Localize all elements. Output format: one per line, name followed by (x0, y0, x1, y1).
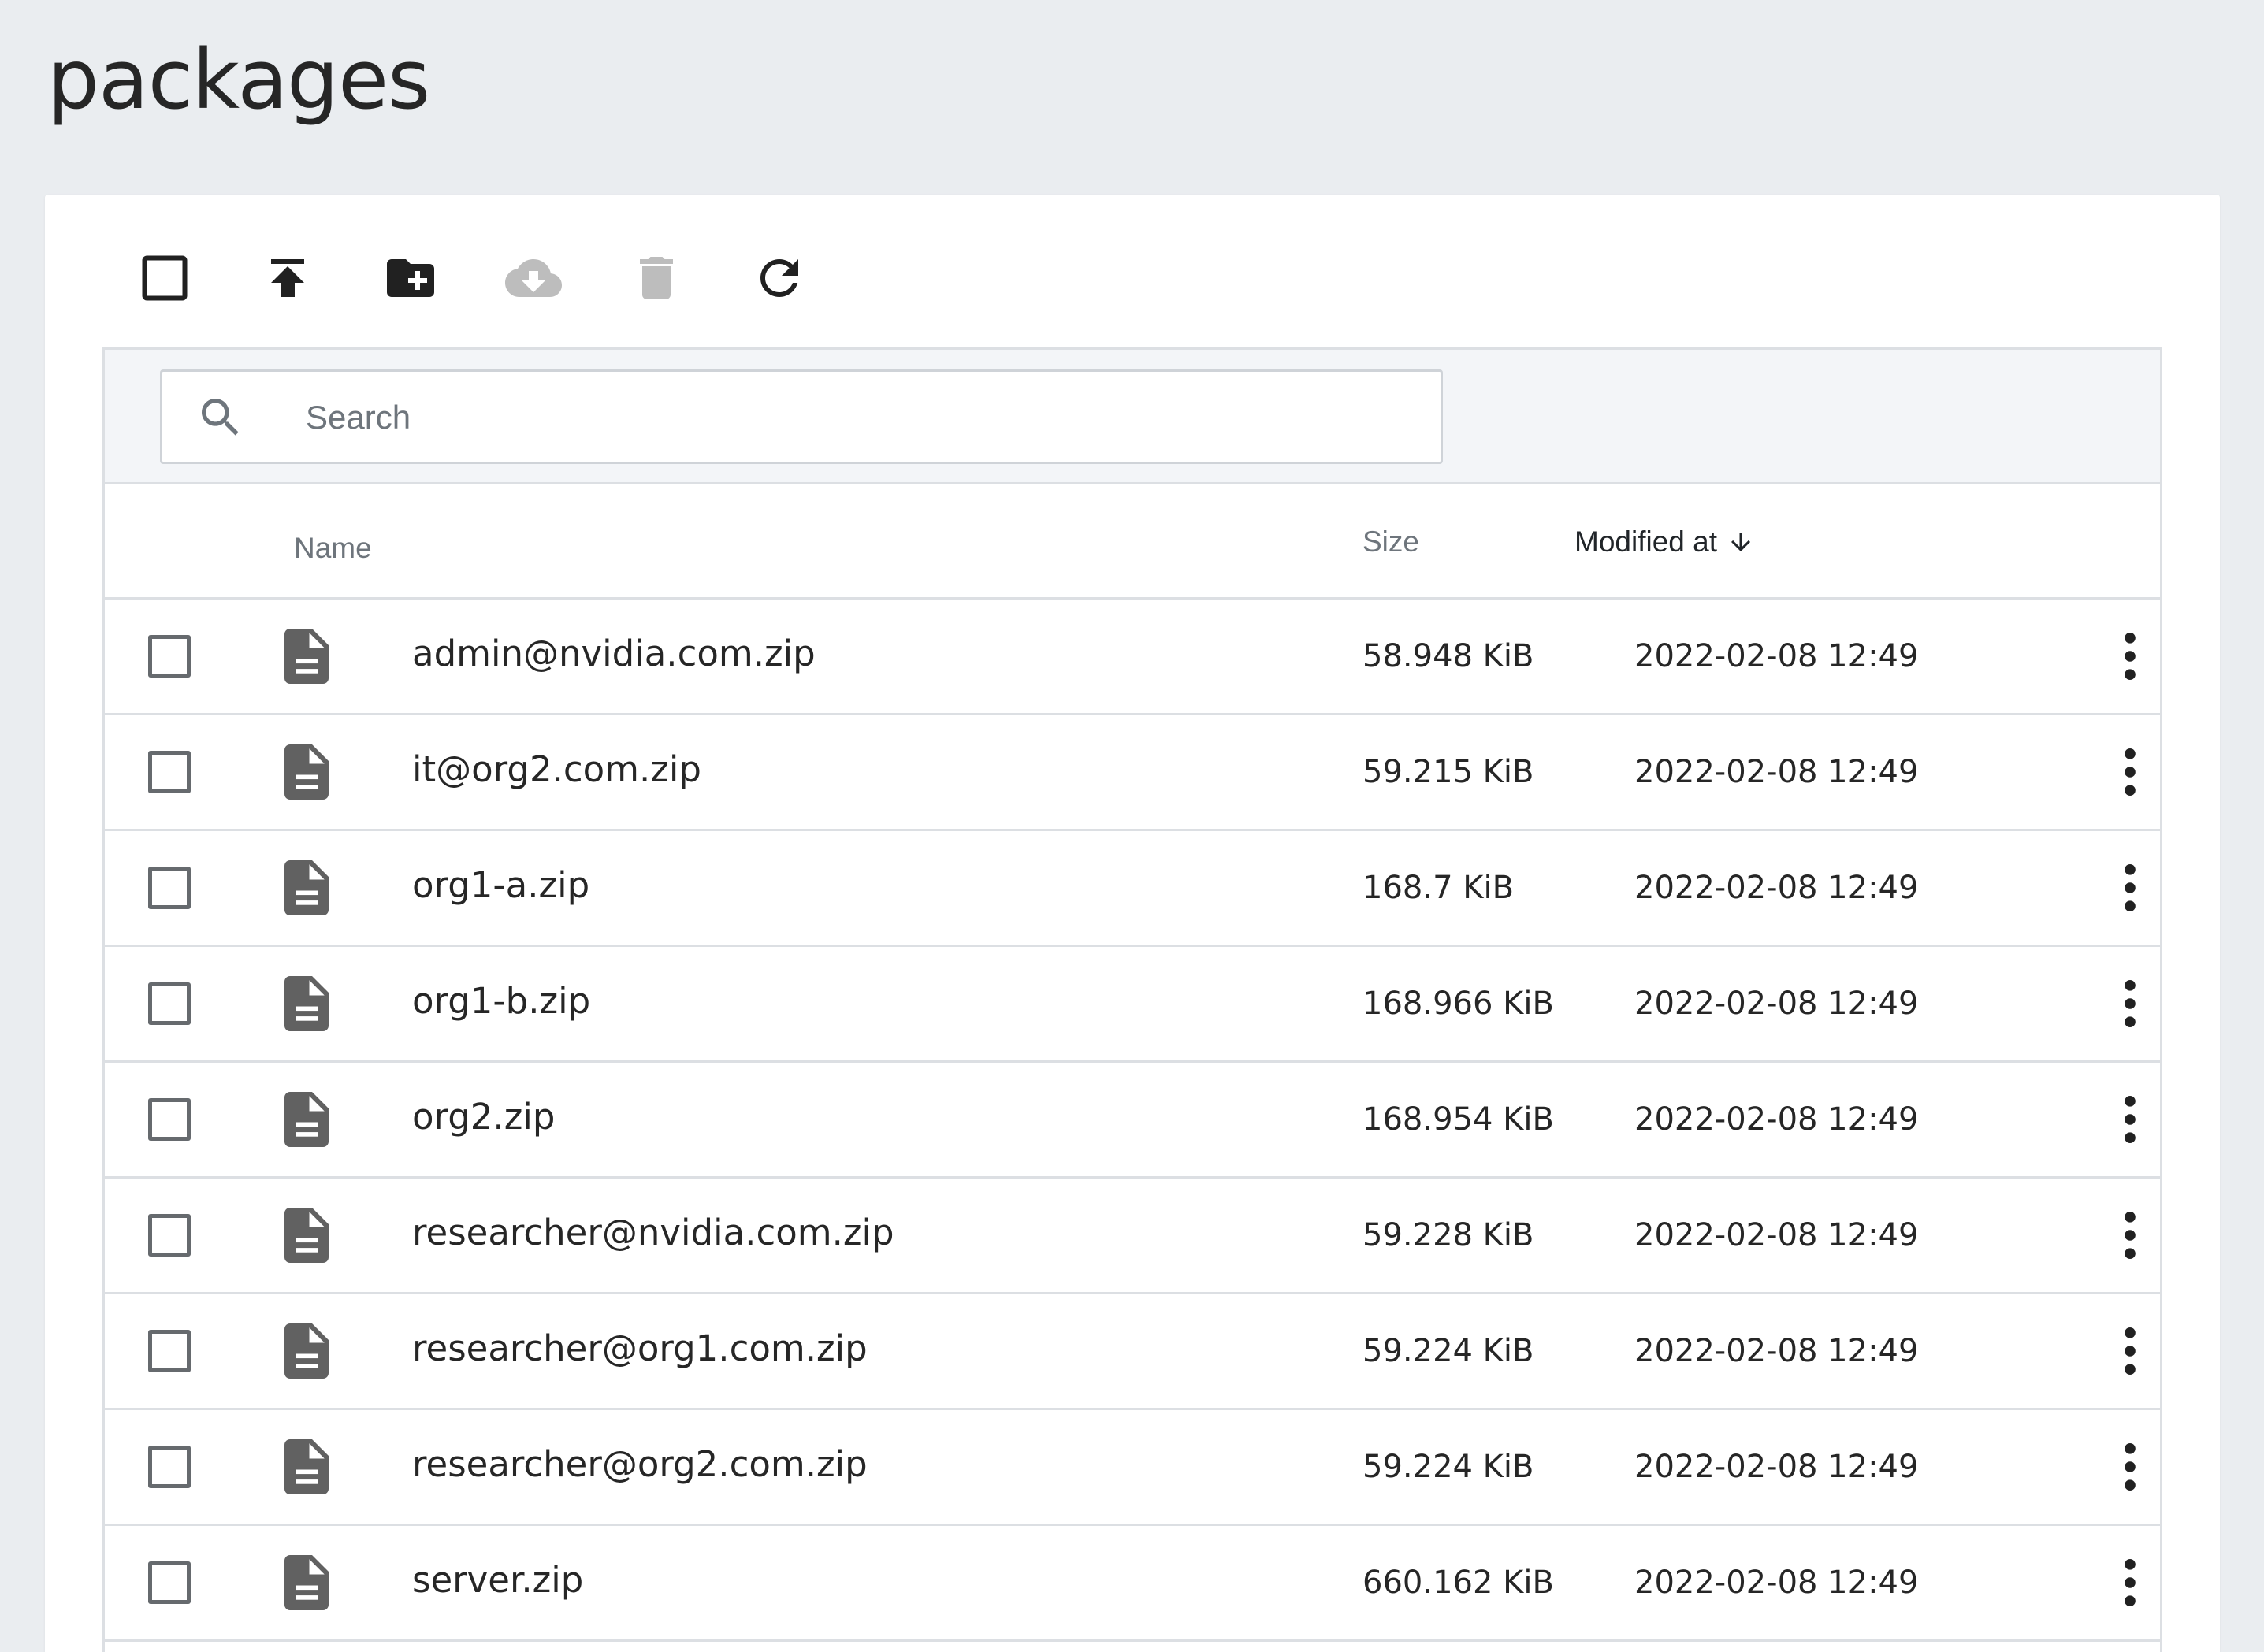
file-icon (284, 860, 329, 915)
row-checkbox[interactable] (148, 1330, 191, 1372)
more-vert-icon[interactable] (2114, 747, 2146, 797)
row-checkbox[interactable] (148, 1214, 191, 1257)
more-vert-icon[interactable] (2114, 1210, 2146, 1260)
table-row[interactable]: researcher@nvidia.com.zip 59.228 KiB 2022-… (105, 1179, 2160, 1294)
file-modified: 2022-02-08 12:49 (1634, 754, 1919, 790)
row-checkbox[interactable] (148, 635, 191, 678)
file-name[interactable]: researcher@org2.com.zip (412, 1443, 868, 1485)
upload-button[interactable] (256, 247, 319, 310)
row-checkbox[interactable] (148, 1561, 191, 1604)
table-row[interactable]: researcher@org2.com.zip 59.224 KiB 2022-02… (105, 1410, 2160, 1526)
file-icon (284, 1323, 329, 1379)
table-header: Name Size Modified at (105, 484, 2160, 600)
file-modified: 2022-02-08 12:49 (1634, 1101, 1919, 1138)
table-row[interactable]: researcher@org1.com.zip 59.224 KiB 2022-02… (105, 1294, 2160, 1410)
file-name[interactable]: researcher@org1.com.zip (412, 1327, 868, 1369)
file-size: 59.228 KiB (1362, 1217, 1534, 1253)
table-row[interactable]: org1-a.zip 168.7 KiB 2022-02-08 12:49 (105, 831, 2160, 947)
file-icon (284, 744, 329, 800)
select-all-button[interactable] (133, 247, 196, 310)
search-icon (202, 399, 239, 436)
file-icon (284, 1092, 329, 1147)
more-vert-icon[interactable] (2114, 1326, 2146, 1376)
checkbox-icon (142, 255, 188, 301)
search-input[interactable] (306, 386, 1409, 449)
more-vert-icon[interactable] (2114, 978, 2146, 1029)
search-bar (105, 350, 2160, 484)
row-checkbox[interactable] (148, 867, 191, 909)
file-size: 58.948 KiB (1362, 638, 1534, 674)
search-box[interactable] (160, 369, 1443, 464)
file-size: 168.7 KiB (1362, 870, 1515, 906)
column-header-modified-label: Modified at (1574, 525, 1717, 558)
table-row[interactable]: server.zip 660.162 KiB 2022-02-08 12:49 (105, 1526, 2160, 1642)
file-name[interactable]: researcher@nvidia.com.zip (412, 1212, 894, 1253)
column-header-name[interactable]: Name (294, 532, 372, 565)
file-name[interactable]: admin@nvidia.com.zip (412, 633, 816, 674)
table-row[interactable]: admin@nvidia.com.zip 58.948 KiB 2022-02-08… (105, 600, 2160, 715)
file-size: 59.224 KiB (1362, 1333, 1534, 1369)
trash-icon (640, 257, 673, 299)
file-modified: 2022-02-08 12:49 (1634, 986, 1919, 1022)
file-icon (284, 1555, 329, 1610)
file-modified: 2022-02-08 12:49 (1634, 1333, 1919, 1369)
file-modified: 2022-02-08 12:49 (1634, 1449, 1919, 1485)
table-row[interactable]: it@org2.com.zip 59.215 KiB 2022-02-08 12:4… (105, 715, 2160, 831)
file-modified: 2022-02-08 12:49 (1634, 1565, 1919, 1601)
file-size: 168.954 KiB (1362, 1101, 1554, 1138)
file-icon (284, 1439, 329, 1494)
file-icon (284, 976, 329, 1031)
more-vert-icon[interactable] (2114, 863, 2146, 913)
row-checkbox[interactable] (148, 982, 191, 1025)
new-folder-icon (387, 259, 434, 297)
table-body: admin@nvidia.com.zip 58.948 KiB 2022-02-08… (105, 600, 2160, 1642)
file-name[interactable]: org1-a.zip (412, 864, 589, 906)
table-row[interactable]: org2.zip 168.954 KiB 2022-02-08 12:49 (105, 1063, 2160, 1179)
file-size: 59.215 KiB (1362, 754, 1534, 790)
file-name[interactable]: server.zip (412, 1559, 583, 1601)
refresh-icon (760, 259, 798, 297)
file-icon (284, 1208, 329, 1263)
row-checkbox[interactable] (148, 1446, 191, 1488)
toolbar (45, 195, 2220, 347)
file-size: 660.162 KiB (1362, 1565, 1554, 1601)
upload-icon (271, 259, 304, 297)
more-vert-icon[interactable] (2114, 1557, 2146, 1608)
file-icon (284, 629, 329, 684)
column-header-size[interactable]: Size (1362, 525, 1419, 559)
download-button[interactable] (502, 247, 565, 310)
more-vert-icon[interactable] (2114, 1442, 2146, 1492)
file-modified: 2022-02-08 12:49 (1634, 870, 1919, 906)
page-title: packages (47, 32, 430, 128)
table-row[interactable]: org1-b.zip 168.966 KiB 2022-02-08 12:49 (105, 947, 2160, 1063)
file-modified: 2022-02-08 12:49 (1634, 1217, 1919, 1253)
column-header-modified[interactable]: Modified at (1574, 525, 1755, 559)
row-checkbox[interactable] (148, 751, 191, 793)
refresh-button[interactable] (748, 247, 811, 310)
file-browser-card: Name Size Modified at admin@nvidia.com.z… (45, 195, 2220, 1652)
file-modified: 2022-02-08 12:49 (1634, 638, 1919, 674)
more-vert-icon[interactable] (2114, 631, 2146, 681)
cloud-download-icon (505, 259, 562, 297)
file-name[interactable]: org1-b.zip (412, 980, 590, 1022)
new-folder-button[interactable] (379, 247, 442, 310)
file-size: 59.224 KiB (1362, 1449, 1534, 1485)
file-table: Name Size Modified at admin@nvidia.com.z… (102, 347, 2162, 1652)
delete-button[interactable] (625, 247, 688, 310)
arrow-down-icon (1731, 533, 1750, 551)
file-size: 168.966 KiB (1362, 986, 1554, 1022)
more-vert-icon[interactable] (2114, 1094, 2146, 1145)
file-name[interactable]: it@org2.com.zip (412, 748, 701, 790)
file-name[interactable]: org2.zip (412, 1096, 555, 1138)
row-checkbox[interactable] (148, 1098, 191, 1141)
